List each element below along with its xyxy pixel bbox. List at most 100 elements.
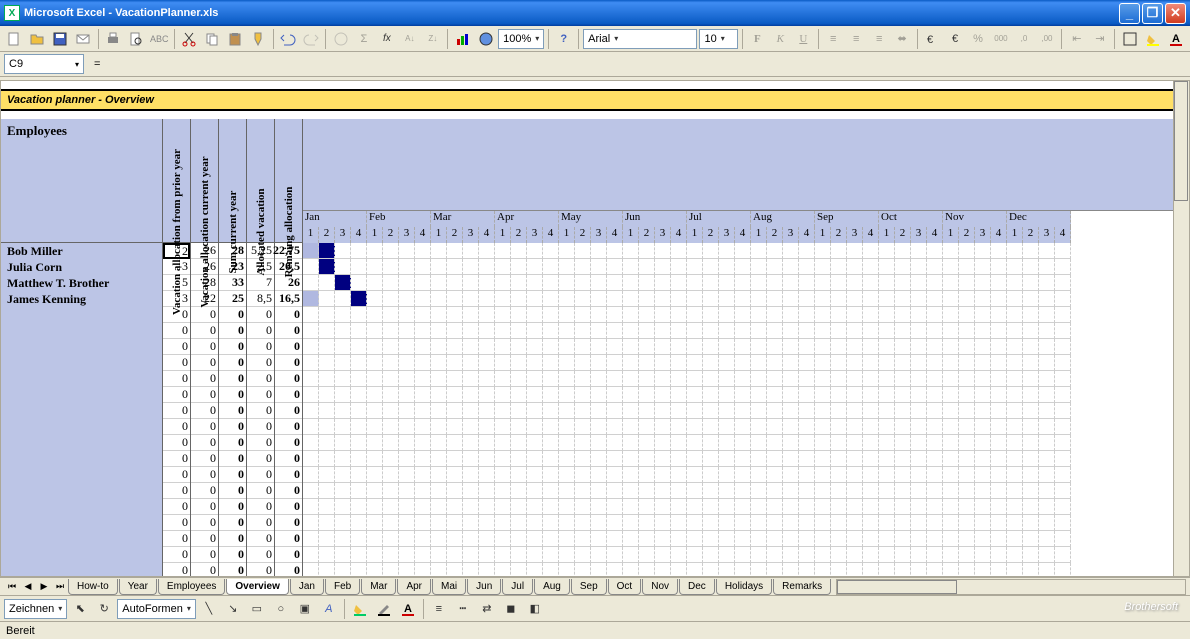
- calendar-cell[interactable]: [783, 355, 799, 371]
- num-cell[interactable]: 0: [163, 371, 190, 387]
- num-cell[interactable]: 7: [247, 275, 274, 291]
- calendar-cell[interactable]: [399, 515, 415, 531]
- calendar-cell[interactable]: [367, 371, 383, 387]
- calendar-cell[interactable]: [703, 563, 719, 576]
- calendar-cell[interactable]: [319, 435, 335, 451]
- calendar-cell[interactable]: [399, 291, 415, 307]
- calendar-cell[interactable]: [943, 387, 959, 403]
- calendar-cell[interactable]: [943, 243, 959, 259]
- calendar-cell[interactable]: [751, 355, 767, 371]
- calendar-cell[interactable]: [863, 307, 879, 323]
- calendar-cell[interactable]: [399, 403, 415, 419]
- calendar-cell[interactable]: [575, 403, 591, 419]
- maximize-button[interactable]: ❐: [1142, 3, 1163, 24]
- calendar-cell[interactable]: [767, 403, 783, 419]
- calendar-cell[interactable]: [527, 451, 543, 467]
- calendar-cell[interactable]: [303, 355, 319, 371]
- calendar-cell[interactable]: [943, 451, 959, 467]
- calendar-cell[interactable]: [527, 515, 543, 531]
- calendar-cell[interactable]: [815, 259, 831, 275]
- calendar-cell[interactable]: [751, 531, 767, 547]
- calendar-cell[interactable]: [815, 243, 831, 259]
- currency-icon[interactable]: €: [922, 28, 943, 50]
- calendar-cell[interactable]: [463, 307, 479, 323]
- calendar-cell[interactable]: [607, 291, 623, 307]
- calendar-cell[interactable]: [687, 483, 703, 499]
- calendar-cell[interactable]: [399, 451, 415, 467]
- calendar-cell[interactable]: [575, 275, 591, 291]
- calendar-cell[interactable]: [655, 259, 671, 275]
- calendar-cell[interactable]: [399, 355, 415, 371]
- calendar-cell[interactable]: [671, 547, 687, 563]
- num-cell[interactable]: 0: [163, 451, 190, 467]
- calendar-cell[interactable]: [655, 563, 671, 576]
- calendar-cell[interactable]: [751, 451, 767, 467]
- calendar-cell[interactable]: [735, 531, 751, 547]
- calendar-cell[interactable]: [767, 483, 783, 499]
- calendar-cell[interactable]: [959, 467, 975, 483]
- calendar-cell[interactable]: [431, 403, 447, 419]
- num-cell[interactable]: 0: [191, 451, 218, 467]
- calendar-cell[interactable]: [815, 291, 831, 307]
- calendar-cell[interactable]: [687, 307, 703, 323]
- calendar-cell[interactable]: [815, 307, 831, 323]
- num-cell[interactable]: 0: [191, 435, 218, 451]
- calendar-cell[interactable]: [623, 387, 639, 403]
- percent-icon[interactable]: %: [968, 28, 989, 50]
- calendar-cell[interactable]: [591, 531, 607, 547]
- calendar-cell[interactable]: [719, 547, 735, 563]
- calendar-cell[interactable]: [719, 355, 735, 371]
- calendar-cell[interactable]: [463, 531, 479, 547]
- line-style-icon[interactable]: ≡: [428, 598, 450, 620]
- calendar-cell[interactable]: [831, 259, 847, 275]
- calendar-cell[interactable]: [815, 531, 831, 547]
- zoom-select[interactable]: 100%: [498, 29, 544, 49]
- calendar-cell[interactable]: [687, 259, 703, 275]
- calendar-cell[interactable]: [463, 483, 479, 499]
- calendar-cell[interactable]: [735, 387, 751, 403]
- calendar-cell[interactable]: [975, 403, 991, 419]
- calendar-cell[interactable]: [863, 259, 879, 275]
- calendar-cell[interactable]: [383, 339, 399, 355]
- calendar-cell[interactable]: [975, 547, 991, 563]
- calendar-cell[interactable]: [639, 307, 655, 323]
- calendar-cell[interactable]: [639, 531, 655, 547]
- num-cell[interactable]: 0: [191, 339, 218, 355]
- calendar-cell[interactable]: [639, 419, 655, 435]
- calendar-cell[interactable]: [431, 339, 447, 355]
- calendar-cell[interactable]: [543, 451, 559, 467]
- calendar-cell[interactable]: [831, 515, 847, 531]
- calendar-cell[interactable]: [863, 403, 879, 419]
- calendar-cell[interactable]: [415, 387, 431, 403]
- calendar-cell[interactable]: [975, 467, 991, 483]
- num-cell[interactable]: 0: [247, 563, 274, 577]
- calendar-cell[interactable]: [383, 387, 399, 403]
- calendar-cell[interactable]: [367, 259, 383, 275]
- calendar-cell[interactable]: [687, 451, 703, 467]
- calendar-cell[interactable]: [735, 275, 751, 291]
- num-cell[interactable]: 0: [219, 499, 246, 515]
- calendar-cell[interactable]: [799, 307, 815, 323]
- calendar-cell[interactable]: [831, 467, 847, 483]
- calendar-cell[interactable]: [1055, 275, 1071, 291]
- calendar-cell[interactable]: [383, 563, 399, 576]
- calendar-cell[interactable]: [991, 275, 1007, 291]
- calendar-cell[interactable]: [959, 483, 975, 499]
- calendar-cell[interactable]: [415, 435, 431, 451]
- calendar-cell[interactable]: [511, 531, 527, 547]
- calendar-cell[interactable]: [991, 259, 1007, 275]
- calendar-cell[interactable]: [351, 563, 367, 576]
- calendar-cell[interactable]: [895, 451, 911, 467]
- num-cell[interactable]: 0: [191, 323, 218, 339]
- calendar-cell[interactable]: [719, 531, 735, 547]
- calendar-cell[interactable]: [335, 451, 351, 467]
- calendar-cell[interactable]: [751, 499, 767, 515]
- calendar-cell[interactable]: [639, 435, 655, 451]
- calendar-cell[interactable]: [879, 531, 895, 547]
- calendar-cell[interactable]: [975, 323, 991, 339]
- calendar-cell[interactable]: [623, 531, 639, 547]
- calendar-cell[interactable]: [1023, 291, 1039, 307]
- calendar-cell[interactable]: [607, 259, 623, 275]
- calendar-cell[interactable]: [1039, 291, 1055, 307]
- calendar-cell[interactable]: [575, 419, 591, 435]
